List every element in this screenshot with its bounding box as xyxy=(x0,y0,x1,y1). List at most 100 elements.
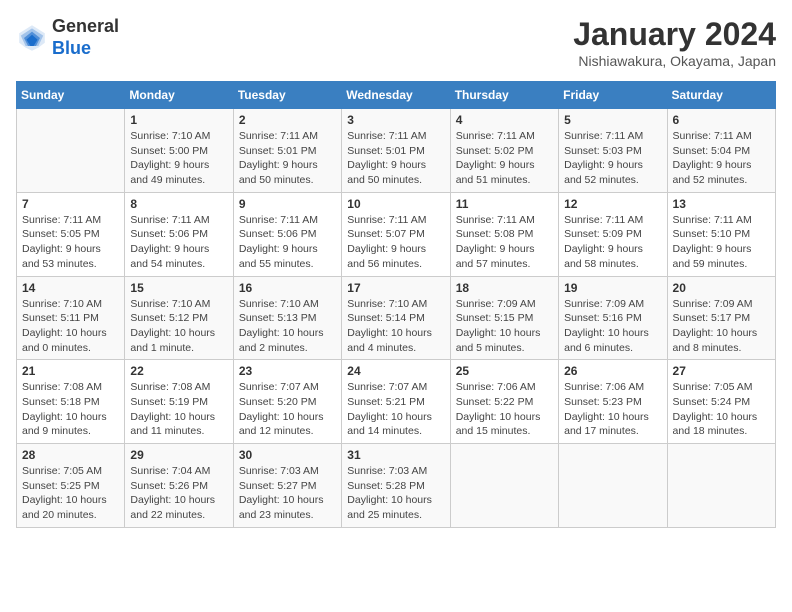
day-info: Sunrise: 7:08 AMSunset: 5:18 PMDaylight:… xyxy=(22,380,119,439)
day-info: Sunrise: 7:07 AMSunset: 5:20 PMDaylight:… xyxy=(239,380,336,439)
calendar-cell: 10Sunrise: 7:11 AMSunset: 5:07 PMDayligh… xyxy=(342,192,450,276)
day-info: Sunrise: 7:10 AMSunset: 5:12 PMDaylight:… xyxy=(130,297,227,356)
title-block: January 2024 Nishiawakura, Okayama, Japa… xyxy=(573,16,776,69)
day-info: Sunrise: 7:03 AMSunset: 5:27 PMDaylight:… xyxy=(239,464,336,523)
page-header: General Blue January 2024 Nishiawakura, … xyxy=(16,16,776,69)
calendar-cell: 7 Sunrise: 7:11 AMSunset: 5:05 PMDaylight… xyxy=(17,192,125,276)
location-subtitle: Nishiawakura, Okayama, Japan xyxy=(573,53,776,69)
month-title: January 2024 xyxy=(573,16,776,53)
day-info: Sunrise: 7:09 AMSunset: 5:16 PMDaylight:… xyxy=(564,297,661,356)
day-number: 31 xyxy=(347,448,444,462)
calendar-cell: 24 Sunrise: 7:07 AMSunset: 5:21 PMDayligh… xyxy=(342,360,450,444)
logo-general-text: General xyxy=(52,16,119,36)
day-info: Sunrise: 7:11 AMSunset: 5:09 PMDaylight:… xyxy=(564,213,661,272)
calendar-cell: 30 Sunrise: 7:03 AMSunset: 5:27 PMDayligh… xyxy=(233,444,341,528)
day-info: Sunrise: 7:11 AMSunset: 5:05 PMDaylight:… xyxy=(22,213,119,272)
day-number: 6 xyxy=(673,113,770,127)
day-number: 2 xyxy=(239,113,336,127)
calendar-cell xyxy=(17,109,125,193)
logo: General Blue xyxy=(16,16,119,59)
calendar-cell: 23 Sunrise: 7:07 AMSunset: 5:20 PMDayligh… xyxy=(233,360,341,444)
day-number: 18 xyxy=(456,281,553,295)
calendar-cell: 27 Sunrise: 7:05 AMSunset: 5:24 PMDayligh… xyxy=(667,360,775,444)
calendar-cell: 29Sunrise: 7:04 AMSunset: 5:26 PMDayligh… xyxy=(125,444,233,528)
day-info: Sunrise: 7:09 AMSunset: 5:15 PMDaylight:… xyxy=(456,297,553,356)
day-info: Sunrise: 7:03 AMSunset: 5:28 PMDaylight:… xyxy=(347,464,444,523)
day-info: Sunrise: 7:05 AMSunset: 5:24 PMDaylight:… xyxy=(673,380,770,439)
calendar-cell: 4Sunrise: 7:11 AMSunset: 5:02 PMDaylight… xyxy=(450,109,558,193)
day-number: 23 xyxy=(239,364,336,378)
calendar-cell: 8 Sunrise: 7:11 AMSunset: 5:06 PMDaylight… xyxy=(125,192,233,276)
calendar-cell: 20 Sunrise: 7:09 AMSunset: 5:17 PMDayligh… xyxy=(667,276,775,360)
calendar-cell: 14Sunrise: 7:10 AMSunset: 5:11 PMDayligh… xyxy=(17,276,125,360)
day-number: 29 xyxy=(130,448,227,462)
calendar-cell: 19Sunrise: 7:09 AMSunset: 5:16 PMDayligh… xyxy=(559,276,667,360)
weekday-header-friday: Friday xyxy=(559,82,667,109)
day-info: Sunrise: 7:11 AMSunset: 5:01 PMDaylight:… xyxy=(347,129,444,188)
day-number: 7 xyxy=(22,197,119,211)
calendar-cell xyxy=(450,444,558,528)
logo-blue-text: Blue xyxy=(52,38,91,58)
calendar-week-3: 14Sunrise: 7:10 AMSunset: 5:11 PMDayligh… xyxy=(17,276,776,360)
day-number: 3 xyxy=(347,113,444,127)
day-info: Sunrise: 7:06 AMSunset: 5:23 PMDaylight:… xyxy=(564,380,661,439)
calendar-week-5: 28Sunrise: 7:05 AMSunset: 5:25 PMDayligh… xyxy=(17,444,776,528)
day-info: Sunrise: 7:11 AMSunset: 5:04 PMDaylight:… xyxy=(673,129,770,188)
weekday-header-sunday: Sunday xyxy=(17,82,125,109)
calendar-cell xyxy=(667,444,775,528)
day-info: Sunrise: 7:11 AMSunset: 5:07 PMDaylight:… xyxy=(347,213,444,272)
day-number: 4 xyxy=(456,113,553,127)
calendar-cell: 1 Sunrise: 7:10 AMSunset: 5:00 PMDaylight… xyxy=(125,109,233,193)
day-number: 12 xyxy=(564,197,661,211)
calendar-cell: 21 Sunrise: 7:08 AMSunset: 5:18 PMDayligh… xyxy=(17,360,125,444)
day-number: 26 xyxy=(564,364,661,378)
calendar-cell: 31 Sunrise: 7:03 AMSunset: 5:28 PMDayligh… xyxy=(342,444,450,528)
day-number: 22 xyxy=(130,364,227,378)
day-number: 25 xyxy=(456,364,553,378)
day-info: Sunrise: 7:11 AMSunset: 5:06 PMDaylight:… xyxy=(130,213,227,272)
calendar-cell: 9 Sunrise: 7:11 AMSunset: 5:06 PMDaylight… xyxy=(233,192,341,276)
calendar-cell: 22 Sunrise: 7:08 AMSunset: 5:19 PMDayligh… xyxy=(125,360,233,444)
weekday-header-monday: Monday xyxy=(125,82,233,109)
day-info: Sunrise: 7:10 AMSunset: 5:11 PMDaylight:… xyxy=(22,297,119,356)
day-number: 30 xyxy=(239,448,336,462)
day-info: Sunrise: 7:11 AMSunset: 5:08 PMDaylight:… xyxy=(456,213,553,272)
calendar-cell: 3 Sunrise: 7:11 AMSunset: 5:01 PMDaylight… xyxy=(342,109,450,193)
day-number: 11 xyxy=(456,197,553,211)
day-info: Sunrise: 7:06 AMSunset: 5:22 PMDaylight:… xyxy=(456,380,553,439)
day-number: 1 xyxy=(130,113,227,127)
calendar-cell: 5Sunrise: 7:11 AMSunset: 5:03 PMDaylight… xyxy=(559,109,667,193)
calendar-cell: 26 Sunrise: 7:06 AMSunset: 5:23 PMDayligh… xyxy=(559,360,667,444)
day-info: Sunrise: 7:11 AMSunset: 5:03 PMDaylight:… xyxy=(564,129,661,188)
calendar-cell: 17Sunrise: 7:10 AMSunset: 5:14 PMDayligh… xyxy=(342,276,450,360)
weekday-header-row: SundayMondayTuesdayWednesdayThursdayFrid… xyxy=(17,82,776,109)
calendar-cell: 11 Sunrise: 7:11 AMSunset: 5:08 PMDayligh… xyxy=(450,192,558,276)
weekday-header-saturday: Saturday xyxy=(667,82,775,109)
calendar-week-1: 1 Sunrise: 7:10 AMSunset: 5:00 PMDaylight… xyxy=(17,109,776,193)
day-number: 27 xyxy=(673,364,770,378)
day-info: Sunrise: 7:07 AMSunset: 5:21 PMDaylight:… xyxy=(347,380,444,439)
weekday-header-thursday: Thursday xyxy=(450,82,558,109)
day-number: 15 xyxy=(130,281,227,295)
day-info: Sunrise: 7:11 AMSunset: 5:06 PMDaylight:… xyxy=(239,213,336,272)
day-info: Sunrise: 7:08 AMSunset: 5:19 PMDaylight:… xyxy=(130,380,227,439)
calendar-cell: 15 Sunrise: 7:10 AMSunset: 5:12 PMDayligh… xyxy=(125,276,233,360)
day-info: Sunrise: 7:10 AMSunset: 5:14 PMDaylight:… xyxy=(347,297,444,356)
day-number: 8 xyxy=(130,197,227,211)
calendar-cell: 25 Sunrise: 7:06 AMSunset: 5:22 PMDayligh… xyxy=(450,360,558,444)
calendar-week-4: 21 Sunrise: 7:08 AMSunset: 5:18 PMDayligh… xyxy=(17,360,776,444)
calendar-cell: 2Sunrise: 7:11 AMSunset: 5:01 PMDaylight… xyxy=(233,109,341,193)
logo-icon xyxy=(16,22,48,54)
day-info: Sunrise: 7:10 AMSunset: 5:00 PMDaylight:… xyxy=(130,129,227,188)
day-number: 16 xyxy=(239,281,336,295)
day-info: Sunrise: 7:09 AMSunset: 5:17 PMDaylight:… xyxy=(673,297,770,356)
day-number: 28 xyxy=(22,448,119,462)
day-number: 24 xyxy=(347,364,444,378)
weekday-header-tuesday: Tuesday xyxy=(233,82,341,109)
day-number: 9 xyxy=(239,197,336,211)
day-info: Sunrise: 7:11 AMSunset: 5:10 PMDaylight:… xyxy=(673,213,770,272)
calendar-week-2: 7 Sunrise: 7:11 AMSunset: 5:05 PMDaylight… xyxy=(17,192,776,276)
day-number: 21 xyxy=(22,364,119,378)
calendar-cell: 16Sunrise: 7:10 AMSunset: 5:13 PMDayligh… xyxy=(233,276,341,360)
day-number: 20 xyxy=(673,281,770,295)
